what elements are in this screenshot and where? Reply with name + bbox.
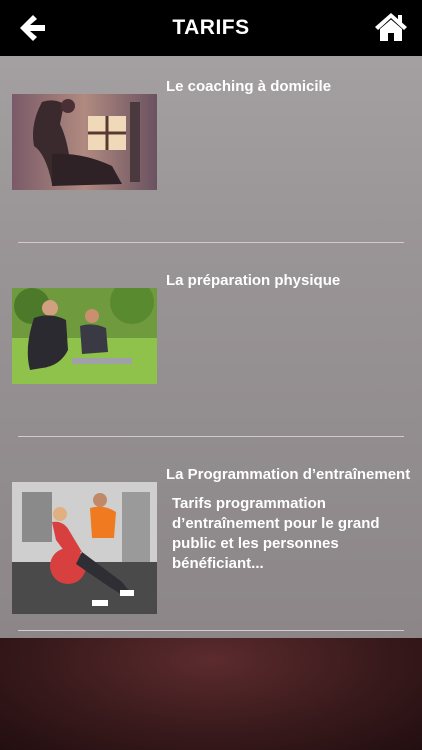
tarifs-list: Le coaching à domicile La préparation ph…	[0, 56, 422, 638]
list-item[interactable]: Le coaching à domicile	[0, 56, 422, 250]
home-icon[interactable]	[374, 10, 408, 44]
divider	[18, 436, 404, 437]
page-title: TARIFS	[172, 16, 250, 39]
item-title: La préparation physique	[166, 272, 341, 289]
bottom-background	[0, 638, 422, 750]
top-bar: TARIFS	[0, 0, 422, 56]
home-coaching-photo	[12, 94, 157, 190]
arrow-left-icon[interactable]	[16, 12, 48, 44]
item-title: Le coaching à domicile	[166, 78, 332, 95]
divider	[18, 630, 404, 631]
divider	[18, 242, 404, 243]
item-title: La Programmation d’entraînement	[166, 466, 411, 483]
training-program-photo	[12, 482, 157, 614]
item-description: Tarifs programmation d’entraînement pour…	[172, 495, 380, 572]
list-item[interactable]: La préparation physique	[0, 250, 422, 444]
physical-preparation-photo	[12, 288, 157, 384]
